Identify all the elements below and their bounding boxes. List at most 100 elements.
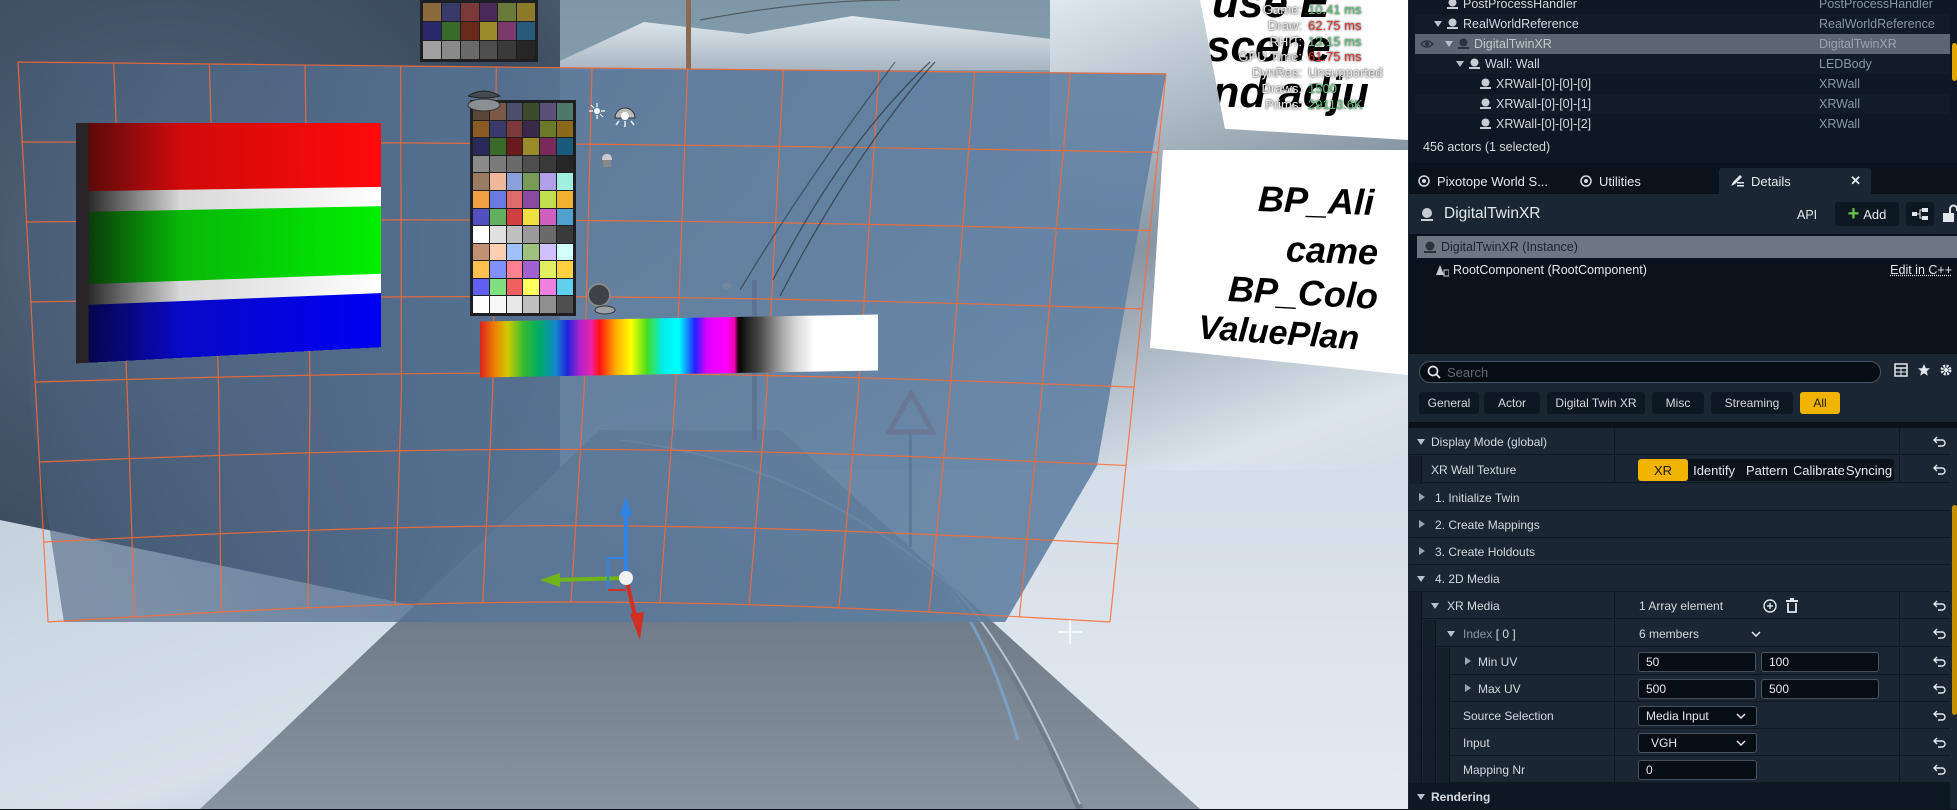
reset-to-default-icon[interactable]	[1933, 600, 1946, 611]
level-viewport[interactable]: use E scene and adju BP_Ali came BP_Colo…	[0, 0, 1408, 809]
category-display-mode[interactable]: Display Mode (global)	[1409, 428, 1950, 455]
max-uv-x-input[interactable]: 500	[1638, 679, 1756, 699]
outliner-row[interactable]: RealWorldReference RealWorldReference	[1415, 14, 1950, 34]
max-uv-y-input[interactable]: 500	[1761, 679, 1879, 699]
category-2d-media[interactable]: 4. 2D Media	[1409, 565, 1950, 592]
filter-all[interactable]: All	[1800, 392, 1840, 414]
checker-swatch	[523, 138, 540, 155]
settings-gear-icon[interactable]	[1939, 363, 1955, 377]
checker-swatch	[498, 41, 517, 59]
min-uv-x-input[interactable]: 50	[1638, 652, 1756, 672]
outliner-row[interactable]: XRWall-[0]-[0]-[0] XRWall	[1415, 74, 1950, 94]
add-component-button[interactable]: + Add	[1835, 202, 1899, 226]
min-uv-y-input[interactable]: 100	[1761, 652, 1879, 672]
edit-in-cpp-link[interactable]: Edit in C++	[1890, 263, 1952, 277]
filter-general[interactable]: General	[1419, 392, 1479, 414]
source-selection-dropdown[interactable]: Media Input	[1638, 706, 1757, 726]
visibility-eye-icon[interactable]	[1420, 38, 1434, 50]
expand-arrow-icon[interactable]	[1417, 794, 1425, 800]
collapsed-arrow-icon[interactable]	[1419, 520, 1425, 528]
collapsed-arrow-icon[interactable]	[1419, 547, 1425, 555]
property-mapping-nr: Mapping Nr 0	[1409, 756, 1950, 784]
expand-arrow-icon[interactable]	[1434, 21, 1442, 27]
reset-to-default-icon[interactable]	[1933, 710, 1946, 721]
input-dropdown[interactable]: VGH	[1638, 733, 1757, 753]
api-button[interactable]: API	[1797, 208, 1817, 222]
stat-value: 1500	[1308, 80, 1337, 96]
outliner-row[interactable]: XRWall-[0]-[0]-[2] XRWall	[1415, 114, 1950, 134]
actor-count-label: 456 actors (1 selected)	[1423, 140, 1551, 154]
collapsed-arrow-icon[interactable]	[1419, 493, 1425, 501]
texture-mode-xr[interactable]: XR	[1638, 459, 1689, 481]
reset-to-default-icon[interactable]	[1933, 737, 1946, 748]
outliner-row[interactable]: DigitalTwinXR DigitalTwinXR	[1415, 34, 1950, 54]
instruction-sign: BP_Ali came BP_Colo ValuePlan	[1150, 150, 1408, 375]
expand-arrow-icon[interactable]	[1417, 576, 1425, 582]
expand-arrow-icon[interactable]	[1417, 439, 1425, 445]
reset-to-default-icon[interactable]	[1933, 464, 1946, 475]
outliner-row[interactable]: Wall: Wall LEDBody	[1415, 54, 1950, 74]
category-create-holdouts[interactable]: 3. Create Holdouts	[1409, 538, 1950, 565]
category-label: 4. 2D Media	[1435, 572, 1500, 586]
filter-digital-twin-xr[interactable]: Digital Twin XR	[1547, 392, 1645, 414]
right-side-panel: PostProcessHandler PostProcessHandler Real…	[1408, 0, 1957, 810]
chevron-down-icon[interactable]	[1751, 631, 1761, 637]
tab-details[interactable]: Details ✕	[1719, 168, 1871, 194]
tab-utilities[interactable]: Utilities	[1579, 168, 1679, 194]
expand-arrow-icon[interactable]	[1431, 603, 1439, 609]
expand-arrow-icon[interactable]	[1447, 631, 1455, 637]
checker-swatch	[506, 226, 523, 243]
close-tab-icon[interactable]: ✕	[1850, 173, 1861, 189]
outliner-row[interactable]: PostProcessHandler PostProcessHandler	[1415, 0, 1950, 14]
lock-open-icon[interactable]	[1942, 204, 1957, 224]
property-label: XR Wall Texture	[1431, 463, 1517, 477]
filter-actor[interactable]: Actor	[1484, 392, 1540, 414]
actor-icon	[1480, 98, 1491, 109]
collapsed-arrow-icon[interactable]	[1465, 657, 1471, 665]
checker-swatch	[517, 3, 535, 21]
texture-mode-syncing[interactable]: Syncing	[1844, 459, 1894, 481]
details-search-box[interactable]	[1419, 361, 1881, 383]
filter-misc[interactable]: Misc	[1652, 392, 1704, 414]
outliner-row[interactable]: XRWall-[0]-[0]-[1] XRWall	[1415, 94, 1950, 114]
outliner-item-label: XRWall-[0]-[0]-[1]	[1496, 97, 1592, 111]
category-rendering[interactable]: Rendering	[1409, 783, 1950, 810]
outliner-scrollbar[interactable]	[1952, 43, 1957, 81]
reset-to-default-icon[interactable]	[1933, 656, 1946, 667]
reset-to-default-icon[interactable]	[1933, 436, 1946, 447]
filter-streaming[interactable]: Streaming	[1711, 392, 1793, 414]
stat-value: Unsupported	[1308, 65, 1383, 81]
expand-arrow-icon[interactable]	[1445, 41, 1453, 47]
collapsed-arrow-icon[interactable]	[1465, 684, 1471, 692]
actor-icon	[1447, 18, 1458, 29]
property-label: Input	[1463, 736, 1490, 750]
delete-array-icon[interactable]	[1786, 598, 1798, 613]
texture-mode-calibrate[interactable]: Calibrate	[1794, 459, 1844, 481]
checker-swatch	[489, 296, 506, 313]
reset-to-default-icon[interactable]	[1933, 764, 1946, 775]
expand-arrow-icon[interactable]	[1456, 61, 1464, 67]
checker-swatch	[540, 278, 557, 296]
category-initialize-twin[interactable]: 1. Initialize Twin	[1409, 484, 1950, 511]
category-create-mappings[interactable]: 2. Create Mappings	[1409, 511, 1950, 538]
component-row-instance[interactable]: DigitalTwinXR (Instance)	[1417, 236, 1957, 258]
component-row-root[interactable]: RootComponent (RootComponent) Edit in C+…	[1417, 260, 1957, 280]
favorites-star-icon[interactable]	[1917, 363, 1931, 377]
transform-gizmo[interactable]	[530, 490, 650, 650]
checker-swatch	[523, 190, 540, 208]
property-matrix-icon[interactable]	[1894, 363, 1908, 377]
tab-pixotope-world-settings[interactable]: Pixotope World S...	[1417, 168, 1567, 194]
mapping-nr-input[interactable]: 0	[1638, 760, 1757, 780]
checker-swatch	[479, 22, 498, 40]
texture-mode-identify[interactable]: Identify	[1688, 459, 1740, 481]
post-process-sprite-icon	[589, 103, 605, 119]
texture-mode-pattern[interactable]: Pattern	[1740, 459, 1794, 481]
details-scrollbar[interactable]	[1952, 505, 1957, 715]
reset-to-default-icon[interactable]	[1933, 683, 1946, 694]
blueprint-button[interactable]	[1906, 202, 1934, 226]
indent-bar	[1409, 456, 1422, 484]
fog-sprite-icon	[602, 154, 612, 167]
add-array-element-icon[interactable]	[1763, 599, 1777, 613]
reset-to-default-icon[interactable]	[1933, 628, 1946, 639]
search-input[interactable]	[1447, 364, 1867, 380]
